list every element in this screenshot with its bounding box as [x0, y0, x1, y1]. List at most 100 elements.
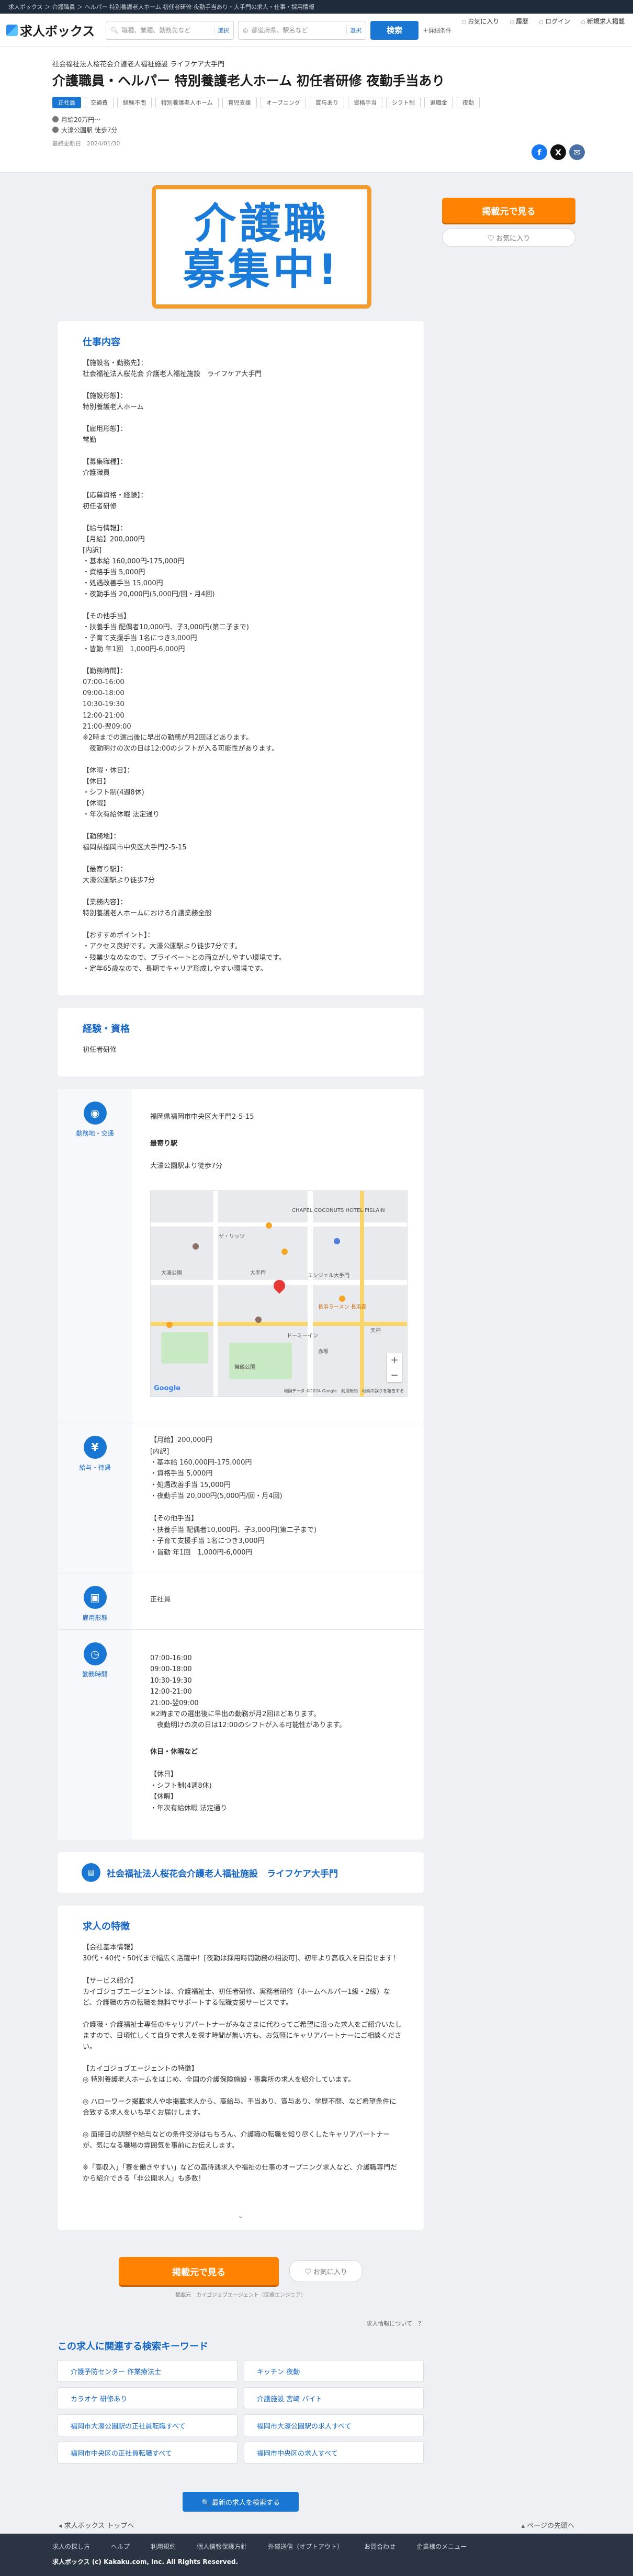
- map-road: [151, 1222, 407, 1227]
- keyword-link[interactable]: 介護予防センター 作業療法士: [58, 2360, 238, 2382]
- feature-card: 求人の特徴 【会社基本情報】 30代・40代・50代まで幅広く活躍中！[夜勤は採…: [58, 1905, 424, 2230]
- chevron-down-icon[interactable]: ⌄: [58, 2205, 424, 2230]
- station-text: 大濠公園駅より徒歩7分: [150, 1162, 223, 1170]
- area-search-input[interactable]: ◎ 都道府県、駅名など 選択: [238, 20, 366, 40]
- zoom-in-icon[interactable]: +: [390, 1353, 398, 1368]
- info-value: 正社員: [150, 1595, 171, 1604]
- keyword-link[interactable]: キッチン 夜勤: [244, 2360, 424, 2382]
- map-label: ザ・リッツ: [219, 1233, 245, 1240]
- keyword-link[interactable]: 福岡市大濠公園駅の求人すべて: [244, 2414, 424, 2437]
- company-name[interactable]: 社会福祉法人桜花会介護老人福祉施設 ライフケア大手門: [52, 59, 585, 69]
- search-button[interactable]: 検索: [370, 20, 419, 40]
- page-title: 介護職員・ヘルパー 特別養護老人ホーム 初任者研修 夜勤手当あり: [52, 73, 445, 88]
- map-label: CHAPEL COCONUTS HOTEL PISLAIN: [292, 1207, 385, 1213]
- hours-text: 07:00-16:00 09:00-18:00 10:30-19:30 12:0…: [150, 1654, 346, 1730]
- company-card-name[interactable]: 社会福祉法人桜花会介護老人福祉施設 ライフケア大手門: [107, 1866, 338, 1879]
- footer-link[interactable]: 利用規約: [151, 2542, 176, 2551]
- logo[interactable]: 求人ボックス: [6, 21, 100, 39]
- company-card[interactable]: ▤ 社会福祉法人桜花会介護老人福祉施設 ライフケア大手門: [58, 1852, 424, 1893]
- map-zoom-controls[interactable]: + −: [387, 1352, 402, 1383]
- job-search-input[interactable]: 🔍︎ 職種、業種、勤務先など 選択: [106, 20, 234, 40]
- job-tag: 特別養護老人ホーム: [155, 97, 219, 108]
- map-park: [229, 1342, 292, 1379]
- keyword-link[interactable]: 福岡市大濠公園駅の正社員転職すべて: [58, 2414, 238, 2437]
- copyright: 求人ボックス (c) Kakaku.com, Inc. All Rights R…: [52, 2558, 239, 2566]
- history-link[interactable]: 履歴: [510, 17, 528, 26]
- report-link[interactable]: 求人情報について ？: [58, 2319, 424, 2328]
- map-park: [161, 1332, 208, 1364]
- apply-button-bottom[interactable]: 掲載元で見る: [119, 2257, 279, 2286]
- related-keywords: この求人に関連する検索キーワード 介護予防センター 作業療法士 キッチン 夜勤 …: [58, 2339, 424, 2464]
- clock-icon: ◷: [83, 1642, 107, 1666]
- login-link[interactable]: ログイン: [539, 17, 570, 26]
- footer-link[interactable]: 個人情報保護方針: [197, 2542, 247, 2551]
- footer-link[interactable]: ヘルプ: [111, 2542, 130, 2551]
- related-heading: この求人に関連する検索キーワード: [58, 2341, 208, 2353]
- map-label: 舞鶴公園: [234, 1364, 255, 1370]
- map-road: [308, 1190, 313, 1397]
- work-content-card: 仕事内容 【施設名・勤務先】： 社会福祉法人桜花会 介護老人福祉施設 ライフケア…: [58, 321, 424, 995]
- search-bar: 🔍︎ 職種、業種、勤務先など 選択 ◎ 都道府県、駅名など 選択 検索 ＋詳細条…: [106, 20, 451, 40]
- map-label: 赤坂: [318, 1348, 329, 1355]
- station-heading: 最寄り駅: [150, 1139, 178, 1148]
- footer-link[interactable]: お問合わせ: [364, 2542, 395, 2551]
- apply-button[interactable]: 掲載元で見る: [442, 198, 575, 223]
- banner-line-1: 介護職: [194, 199, 329, 248]
- source-note: 掲載元 カイゴジョブエージェント（医療エンジニア）: [175, 2293, 306, 2299]
- detail-conditions-link[interactable]: ＋詳細条件: [423, 26, 451, 35]
- job-tag: シフト制: [386, 97, 421, 108]
- keyword-link[interactable]: 福岡市中央区の正社員転職すべて: [58, 2442, 238, 2464]
- top-breadcrumb-bar: 求人ボックス ＞ 介護職員 ＞ ヘルパー 特別養護老人ホーム 初任者研修 夜勤手…: [0, 0, 633, 14]
- favorite-button-bottom[interactable]: ♡ お気に入り: [289, 2260, 363, 2283]
- info-label: ▣ 雇用形態: [58, 1573, 132, 1630]
- info-label: ¥ 給与・待遇: [58, 1423, 132, 1573]
- logo-text: 求人ボックス: [20, 24, 95, 39]
- breadcrumb[interactable]: 求人ボックス ＞ 介護職員 ＞ ヘルパー 特別養護老人ホーム 初任者研修 夜勤手…: [8, 3, 314, 11]
- job-select-button[interactable]: 選択: [214, 26, 229, 35]
- footer-link[interactable]: 外部送信（オプトアウト）: [268, 2542, 343, 2551]
- map-label: 天神: [370, 1327, 381, 1334]
- facebook-icon[interactable]: f: [532, 144, 547, 160]
- area-select-button[interactable]: 選択: [346, 26, 361, 35]
- zoom-out-icon[interactable]: −: [390, 1368, 398, 1383]
- info-label: ◉ 勤務地・交通: [58, 1088, 132, 1423]
- map-poi: [281, 1248, 288, 1255]
- qualification-body: 初任者研修: [83, 1046, 117, 1054]
- keyword-link[interactable]: 福岡市中央区の求人すべて: [244, 2442, 424, 2464]
- qualification-card: 経験・資格 初任者研修: [58, 1007, 424, 1076]
- location-pin-icon: [52, 127, 59, 133]
- keyword-link[interactable]: 介護施設 宮崎 バイト: [244, 2387, 424, 2410]
- access-meta: 大濠公園駅 徒歩7分: [52, 125, 585, 135]
- map-attribution[interactable]: 地図データ ©2024 Google 利用規約 地図の誤りを報告する: [284, 1388, 404, 1394]
- back-to-top-site-link[interactable]: ◂ 求人ボックス トップへ: [59, 2520, 134, 2530]
- scroll-top-link[interactable]: ▴ ページの先頭へ: [522, 2520, 574, 2530]
- map-poi: [255, 1316, 262, 1323]
- site-footer: 求人の探し方 ヘルプ 利用規約 個人情報保護方針 外部送信（オプトアウト） お問…: [0, 2534, 633, 2576]
- post-job-link[interactable]: 新規求人掲載: [581, 17, 625, 26]
- info-row-access: ◉ 勤務地・交通 福岡県福岡市中央区大手門2-5-15 最寄り駅 大濠公園駅より…: [58, 1088, 424, 1424]
- favorites-link[interactable]: お気に入り: [461, 17, 499, 26]
- footer-link[interactable]: 求人の探し方: [52, 2542, 90, 2551]
- location-pin-icon: ◉: [83, 1101, 107, 1125]
- yen-icon: [52, 116, 59, 122]
- info-row-employment: ▣ 雇用形態 正社員: [58, 1573, 424, 1630]
- holiday-text: 【休日】 ・シフト制(4週8休) 【休暇】 ・年次有給休暇 法定通り: [150, 1771, 228, 1812]
- google-map[interactable]: CHAPEL COCONUTS HOTEL PISLAIN ザ・リッツ 大濠公園…: [150, 1190, 408, 1397]
- keyword-link[interactable]: カラオケ 研修あり: [58, 2387, 238, 2410]
- site-header: 求人ボックス 🔍︎ 職種、業種、勤務先など 選択 ◎ 都道府県、駅名など 選択 …: [0, 14, 633, 47]
- map-label: 大手門: [250, 1270, 266, 1276]
- logo-mark-icon: [6, 24, 18, 36]
- recruit-banner-image: 介護職 募集中!: [152, 185, 371, 309]
- job-header: 社会福祉法人桜花会介護老人福祉施設 ライフケア大手門 介護職員・ヘルパー 特別養…: [0, 47, 633, 173]
- job-tag: 夜勤: [457, 97, 480, 108]
- x-icon[interactable]: X: [550, 144, 566, 160]
- holiday-heading: 休日・休暇など: [150, 1748, 198, 1756]
- footer-link[interactable]: 企業様のメニュー: [416, 2542, 467, 2551]
- newest-search: 🔍 最新の求人を検索する: [58, 2492, 424, 2512]
- mail-icon[interactable]: ✉: [569, 144, 585, 160]
- newest-search-button[interactable]: 🔍 最新の求人を検索する: [183, 2492, 299, 2512]
- map-road: [151, 1321, 407, 1326]
- job-tag: 賞与あり: [310, 97, 345, 108]
- favorite-button[interactable]: ♡ お気に入り: [442, 228, 575, 247]
- job-info-table: ◉ 勤務地・交通 福岡県福岡市中央区大手門2-5-15 最寄り駅 大濠公園駅より…: [58, 1088, 424, 1840]
